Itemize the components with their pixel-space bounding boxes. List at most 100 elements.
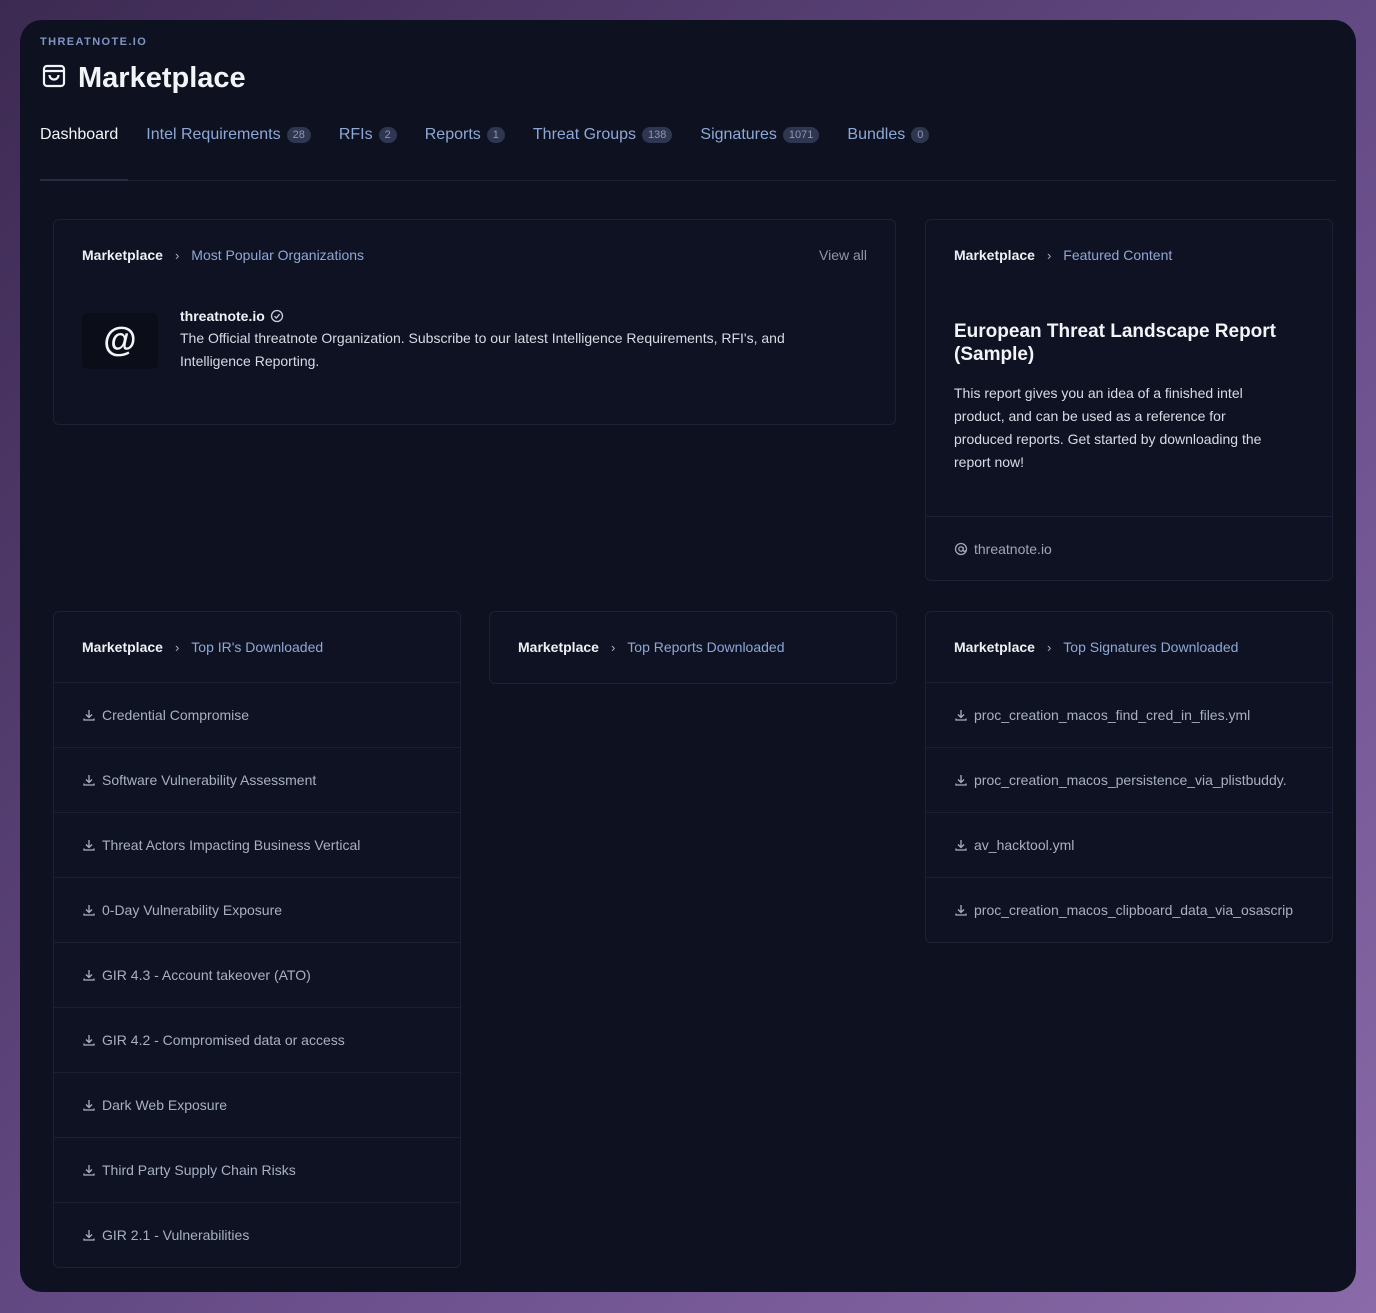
chevron-right-icon: › bbox=[174, 247, 180, 263]
count-badge: 1071 bbox=[782, 127, 820, 143]
org-description-line: The Official threatnote Organization. Su… bbox=[180, 330, 785, 346]
list-item-label: proc_creation_macos_clipboard_data_via_o… bbox=[974, 902, 1294, 918]
count-badge: 2 bbox=[378, 127, 397, 143]
breadcrumb-current: Top Signatures Downloaded bbox=[1063, 639, 1239, 655]
list-item[interactable]: av_hacktool.yml bbox=[926, 812, 1332, 877]
shopping-bag-icon bbox=[40, 62, 68, 95]
popular-orgs-card: Marketplace › Most Popular Organizations… bbox=[53, 219, 896, 425]
list-item[interactable]: Dark Web Exposure bbox=[54, 1072, 460, 1137]
breadcrumb: Marketplace › Top Signatures Downloaded bbox=[926, 612, 1332, 682]
count-badge: 28 bbox=[286, 127, 311, 143]
featured-footer-org: threatnote.io bbox=[974, 540, 1052, 557]
list-item[interactable]: GIR 4.2 - Compromised data or access bbox=[54, 1007, 460, 1072]
tab-dashboard[interactable]: Dashboard bbox=[40, 126, 118, 144]
tab-label: Signatures bbox=[700, 126, 777, 143]
top-irs-card: Marketplace › Top IR's Downloaded Creden… bbox=[53, 611, 461, 1268]
tab-bar: Dashboard Intel Requirements 28 RFIs 2 R… bbox=[40, 126, 930, 144]
active-tab-indicator bbox=[40, 179, 128, 181]
list-item[interactable]: Third Party Supply Chain Risks bbox=[54, 1137, 460, 1202]
count-badge: 1 bbox=[486, 127, 505, 143]
list-item-label: Third Party Supply Chain Risks bbox=[102, 1162, 296, 1178]
list-item-label: proc_creation_macos_persistence_via_plis… bbox=[974, 772, 1287, 788]
list-item-label: GIR 2.1 - Vulnerabilities bbox=[102, 1227, 250, 1243]
list-item[interactable]: 0-Day Vulnerability Exposure bbox=[54, 877, 460, 942]
chevron-right-icon: › bbox=[1046, 247, 1052, 263]
featured-description-line: product, and can be used as a reference … bbox=[954, 408, 1226, 424]
breadcrumb-root[interactable]: Marketplace bbox=[82, 247, 163, 263]
app-window: THREATNOTE.IO Marketplace Dashboard Inte… bbox=[20, 20, 1356, 1292]
list-item[interactable]: proc_creation_macos_persistence_via_plis… bbox=[926, 747, 1332, 812]
breadcrumb: Marketplace › Most Popular Organizations… bbox=[54, 220, 895, 290]
at-sign-icon bbox=[954, 542, 968, 555]
download-icon bbox=[955, 710, 967, 721]
tab-signatures[interactable]: Signatures 1071 bbox=[700, 126, 820, 144]
download-icon bbox=[83, 970, 95, 981]
featured-description: This report gives you an idea of a finis… bbox=[926, 366, 1332, 474]
download-icon bbox=[83, 840, 95, 851]
tab-label: Dashboard bbox=[40, 126, 119, 143]
download-icon bbox=[83, 905, 95, 916]
chevron-right-icon: › bbox=[1046, 639, 1052, 655]
list-item[interactable]: GIR 2.1 - Vulnerabilities bbox=[54, 1202, 460, 1267]
tab-divider bbox=[40, 180, 1336, 181]
featured-description-line: report now! bbox=[954, 454, 1025, 470]
download-icon bbox=[955, 840, 967, 851]
download-icon bbox=[955, 905, 967, 916]
org-description-line: Intelligence Reporting. bbox=[180, 353, 320, 369]
org-list-item[interactable]: @ threatnote.io The Official threatnote … bbox=[54, 290, 895, 373]
list-item[interactable]: proc_creation_macos_clipboard_data_via_o… bbox=[926, 877, 1332, 942]
breadcrumb-current: Most Popular Organizations bbox=[191, 247, 365, 263]
list-item[interactable]: Threat Actors Impacting Business Vertica… bbox=[54, 812, 460, 877]
top-signatures-card: Marketplace › Top Signatures Downloaded … bbox=[925, 611, 1333, 943]
download-icon bbox=[955, 775, 967, 786]
breadcrumb-current: Featured Content bbox=[1063, 247, 1173, 263]
list-item-label: Software Vulnerability Assessment bbox=[102, 772, 317, 788]
chevron-right-icon: › bbox=[610, 639, 616, 655]
breadcrumb-current: Top IR's Downloaded bbox=[191, 639, 324, 655]
download-icon bbox=[83, 1165, 95, 1176]
list-item-label: 0-Day Vulnerability Exposure bbox=[102, 902, 283, 918]
list-item[interactable]: proc_creation_macos_find_cred_in_files.y… bbox=[926, 682, 1332, 747]
list-item-label: GIR 4.2 - Compromised data or access bbox=[102, 1032, 345, 1048]
featured-footer[interactable]: threatnote.io bbox=[926, 516, 1332, 580]
tab-reports[interactable]: Reports 1 bbox=[425, 126, 505, 144]
featured-content-card: Marketplace › Featured Content European … bbox=[925, 219, 1333, 581]
tab-label: Threat Groups bbox=[532, 126, 637, 143]
view-all-link[interactable]: View all bbox=[819, 247, 867, 263]
tab-label: Intel Requirements bbox=[146, 126, 281, 143]
download-icon bbox=[83, 1230, 95, 1241]
featured-description-line: produced reports. Get started by downloa… bbox=[954, 431, 1262, 447]
org-name-text: threatnote.io bbox=[180, 308, 265, 324]
download-icon bbox=[83, 1035, 95, 1046]
breadcrumb-root[interactable]: Marketplace bbox=[518, 639, 599, 655]
featured-title-line: European Threat Landscape Report bbox=[954, 321, 1277, 342]
top-reports-card: Marketplace › Top Reports Downloaded bbox=[489, 611, 897, 684]
breadcrumb-current: Top Reports Downloaded bbox=[627, 639, 785, 655]
org-label: THREATNOTE.IO bbox=[40, 36, 148, 48]
tab-label: Bundles bbox=[847, 126, 906, 143]
list-item[interactable]: GIR 4.3 - Account takeover (ATO) bbox=[54, 942, 460, 1007]
breadcrumb-root[interactable]: Marketplace bbox=[82, 639, 163, 655]
page-header: Marketplace bbox=[40, 62, 246, 95]
list-item[interactable]: Credential Compromise bbox=[54, 682, 460, 747]
tab-threat-groups[interactable]: Threat Groups 138 bbox=[533, 126, 673, 144]
list-item-label: Dark Web Exposure bbox=[102, 1097, 228, 1113]
tab-bundles[interactable]: Bundles 0 bbox=[847, 126, 930, 144]
featured-title[interactable]: European Threat Landscape Report (Sample… bbox=[926, 290, 1332, 366]
list-item-label: Credential Compromise bbox=[102, 707, 250, 723]
breadcrumb: Marketplace › Top IR's Downloaded bbox=[54, 612, 460, 682]
chevron-right-icon: › bbox=[174, 639, 180, 655]
download-icon bbox=[83, 710, 95, 721]
tab-label: Reports bbox=[424, 126, 481, 143]
tab-rfis[interactable]: RFIs 2 bbox=[339, 126, 397, 144]
tab-intel-requirements[interactable]: Intel Requirements 28 bbox=[146, 126, 311, 144]
breadcrumb-root[interactable]: Marketplace bbox=[954, 639, 1035, 655]
count-badge: 138 bbox=[642, 127, 673, 143]
list-item-label: Threat Actors Impacting Business Vertica… bbox=[102, 837, 361, 853]
breadcrumb-root[interactable]: Marketplace bbox=[954, 247, 1035, 263]
list-item[interactable]: Software Vulnerability Assessment bbox=[54, 747, 460, 812]
tab-label: RFIs bbox=[338, 126, 373, 143]
at-sign-icon: @ bbox=[82, 312, 158, 369]
list-item-label: proc_creation_macos_find_cred_in_files.y… bbox=[974, 707, 1251, 723]
download-icon bbox=[83, 775, 95, 786]
